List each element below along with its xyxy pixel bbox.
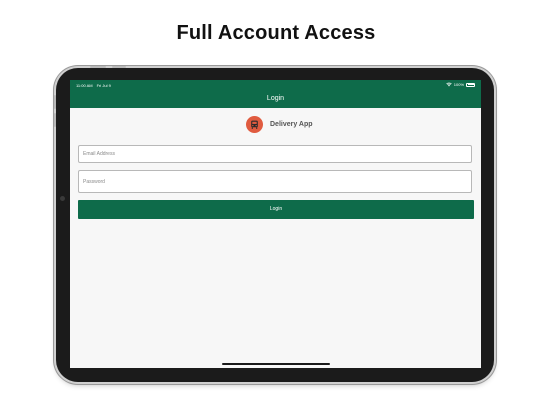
app-name: Delivery App (270, 121, 313, 128)
delivery-truck-icon (246, 116, 263, 133)
login-button[interactable]: Login (78, 200, 474, 219)
volume-up-button (54, 95, 56, 109)
nav-title: Login (266, 95, 285, 102)
power-button (90, 66, 106, 68)
volume-down-button (54, 113, 56, 127)
brand-header: Delivery App (246, 116, 313, 133)
battery-icon (466, 82, 475, 87)
email-field[interactable] (78, 145, 472, 163)
status-time: 11:00 AM (76, 83, 93, 88)
password-field[interactable] (78, 170, 472, 193)
wifi-icon (446, 82, 452, 87)
status-date: Fri Jul 9 (96, 83, 111, 88)
nav-bar: Login (70, 90, 481, 108)
home-indicator (222, 363, 330, 365)
status-bar: 11:00 AM Fri Jul 9 100% (70, 80, 481, 90)
battery-percent: 100% (453, 82, 464, 87)
marketing-headline: Full Account Access (176, 22, 376, 44)
app-screen: 11:00 AM Fri Jul 9 100% Login Delivery A… (70, 80, 481, 368)
top-button (112, 66, 126, 68)
front-camera (60, 196, 65, 201)
